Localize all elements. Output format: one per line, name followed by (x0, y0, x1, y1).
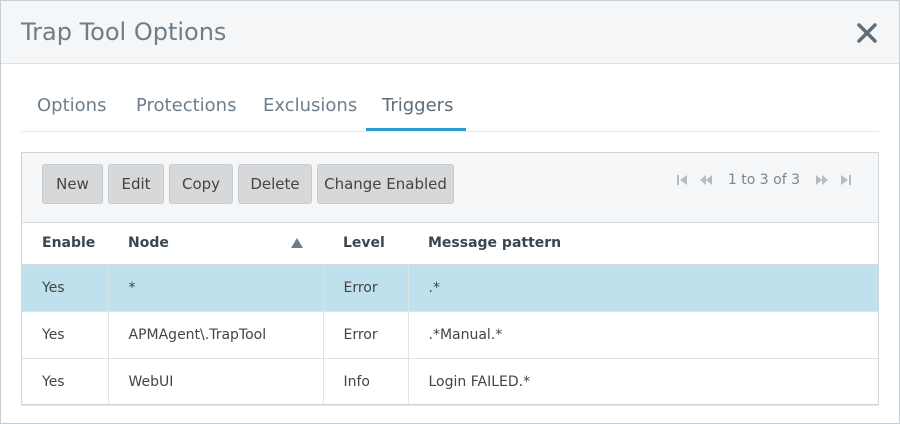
pager: 1 to 3 of 3 (670, 171, 858, 189)
cell-level: Error (323, 264, 409, 312)
delete-button[interactable]: Delete (238, 164, 312, 204)
prev-page-icon (699, 175, 712, 185)
cell-enable: Yes (22, 358, 109, 406)
tab-triggers[interactable]: Triggers (382, 95, 453, 116)
table-row[interactable]: Yes * Error .* (22, 264, 878, 312)
cell-enable: Yes (22, 311, 109, 359)
cell-level: Error (323, 311, 409, 359)
close-button[interactable] (855, 21, 879, 45)
column-header-level[interactable]: Level (323, 223, 408, 265)
first-page-icon (676, 175, 687, 185)
cell-node: * (108, 264, 324, 312)
column-header-enable[interactable]: Enable (22, 223, 108, 265)
table-row[interactable]: Yes APMAgent\.TrapTool Error .*Manual.* (22, 311, 878, 359)
cell-node: WebUI (108, 358, 324, 406)
first-page-button[interactable] (670, 171, 694, 189)
copy-button[interactable]: Copy (169, 164, 233, 204)
close-icon (857, 23, 877, 43)
edit-button[interactable]: Edit (108, 164, 164, 204)
change-enabled-button[interactable]: Change Enabled (317, 164, 454, 204)
tab-protections[interactable]: Protections (136, 95, 236, 116)
sort-asc-icon (291, 238, 303, 248)
cell-enable: Yes (22, 264, 109, 312)
column-header-node-label: Node (128, 235, 169, 252)
active-tab-indicator (366, 128, 466, 131)
table-header-row: Enable Node Level Message pattern (22, 223, 878, 265)
cell-message-pattern: Login FAILED.* (408, 358, 878, 406)
cell-message-pattern: .*Manual.* (408, 311, 878, 359)
column-header-node[interactable]: Node (108, 223, 323, 265)
triggers-panel: New Edit Copy Delete Change Enabled 1 to (21, 152, 879, 406)
triggers-table: Enable Node Level Message pattern Yes * … (22, 223, 878, 406)
tab-bar: Options Protections Exclusions Triggers (21, 85, 879, 132)
toolbar: New Edit Copy Delete Change Enabled 1 to (22, 153, 878, 223)
next-page-icon (816, 175, 828, 185)
prev-page-button[interactable] (694, 171, 718, 189)
tab-exclusions[interactable]: Exclusions (263, 95, 357, 116)
cell-node: APMAgent\.TrapTool (108, 311, 324, 359)
pager-status: 1 to 3 of 3 (727, 172, 800, 188)
trap-tool-options-dialog: Trap Tool Options Options Protections Ex… (0, 0, 900, 424)
last-page-icon (841, 175, 851, 185)
cell-level: Info (323, 358, 409, 406)
dialog-header: Trap Tool Options (1, 1, 899, 64)
last-page-button[interactable] (834, 171, 858, 189)
cell-message-pattern: .* (408, 264, 878, 312)
new-button[interactable]: New (42, 164, 103, 204)
dialog-title: Trap Tool Options (21, 18, 227, 46)
tab-options[interactable]: Options (37, 95, 106, 116)
next-page-button[interactable] (810, 171, 834, 189)
column-header-message-pattern[interactable]: Message pattern (408, 223, 878, 265)
table-row[interactable]: Yes WebUI Info Login FAILED.* (22, 358, 878, 406)
